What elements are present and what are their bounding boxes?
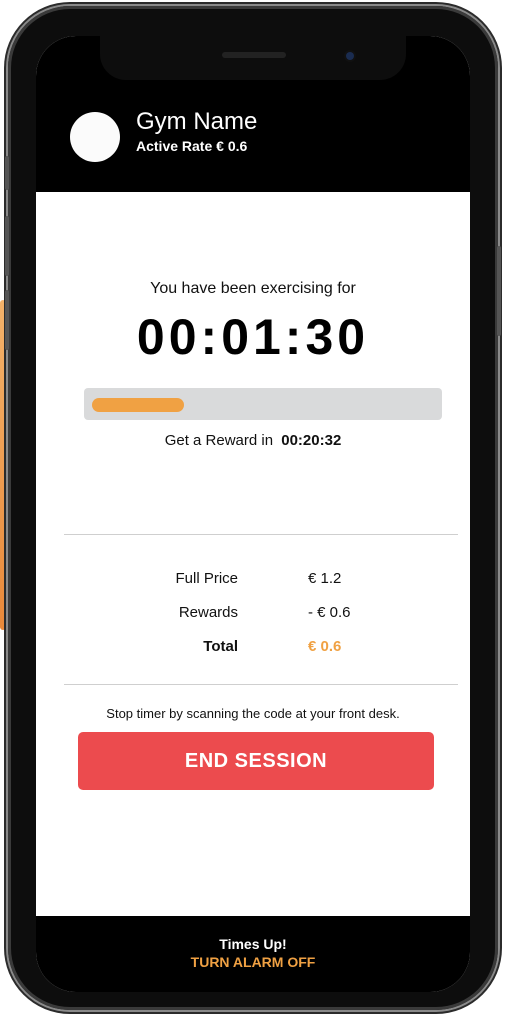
notch [100, 36, 406, 80]
volume-down-button [5, 290, 9, 350]
power-button [497, 246, 501, 336]
rewards-label: Rewards [178, 604, 238, 621]
end-session-button[interactable]: END SESSION [78, 732, 434, 790]
divider-top [64, 534, 458, 535]
active-rate: Active Rate € 0.6 [136, 138, 248, 154]
phone-frame: Gym Name Active Rate € 0.6 You have been… [5, 6, 501, 1010]
price-row-rewards: Rewards - € 0.6 [36, 604, 470, 626]
price-row-full: Full Price € 1.2 [36, 570, 470, 592]
reward-countdown: Get a Reward in 00:20:32 [36, 432, 470, 449]
total-value: € 0.6 [308, 638, 342, 655]
camera-icon [346, 52, 354, 60]
full-price-value: € 1.2 [308, 570, 342, 587]
exercising-label: You have been exercising for [150, 280, 356, 297]
alarm-footer: Times Up! TURN ALARM OFF [36, 916, 470, 992]
speaker-grille [222, 52, 286, 58]
rewards-value: - € 0.6 [308, 604, 351, 621]
app-screen: Gym Name Active Rate € 0.6 You have been… [36, 36, 470, 992]
reward-progress-fill [92, 398, 184, 412]
price-row-total: Total € 0.6 [36, 638, 470, 660]
elapsed-timer: 00:01:30 [136, 309, 370, 365]
reward-time: 00:20:32 [281, 432, 342, 449]
times-up-label: Times Up! [219, 936, 287, 952]
total-label: Total [203, 638, 238, 655]
gym-name: Gym Name [136, 108, 258, 135]
volume-up-button [5, 216, 9, 276]
turn-alarm-off-button[interactable]: TURN ALARM OFF [36, 954, 470, 970]
gym-avatar[interactable] [70, 112, 120, 162]
divider-bottom [64, 684, 458, 685]
reward-label: Get a Reward in [164, 432, 274, 449]
reward-progress-bar [84, 388, 442, 420]
mute-switch [5, 156, 9, 190]
full-price-label: Full Price [175, 570, 238, 587]
stop-instruction: Stop timer by scanning the code at your … [106, 706, 400, 721]
